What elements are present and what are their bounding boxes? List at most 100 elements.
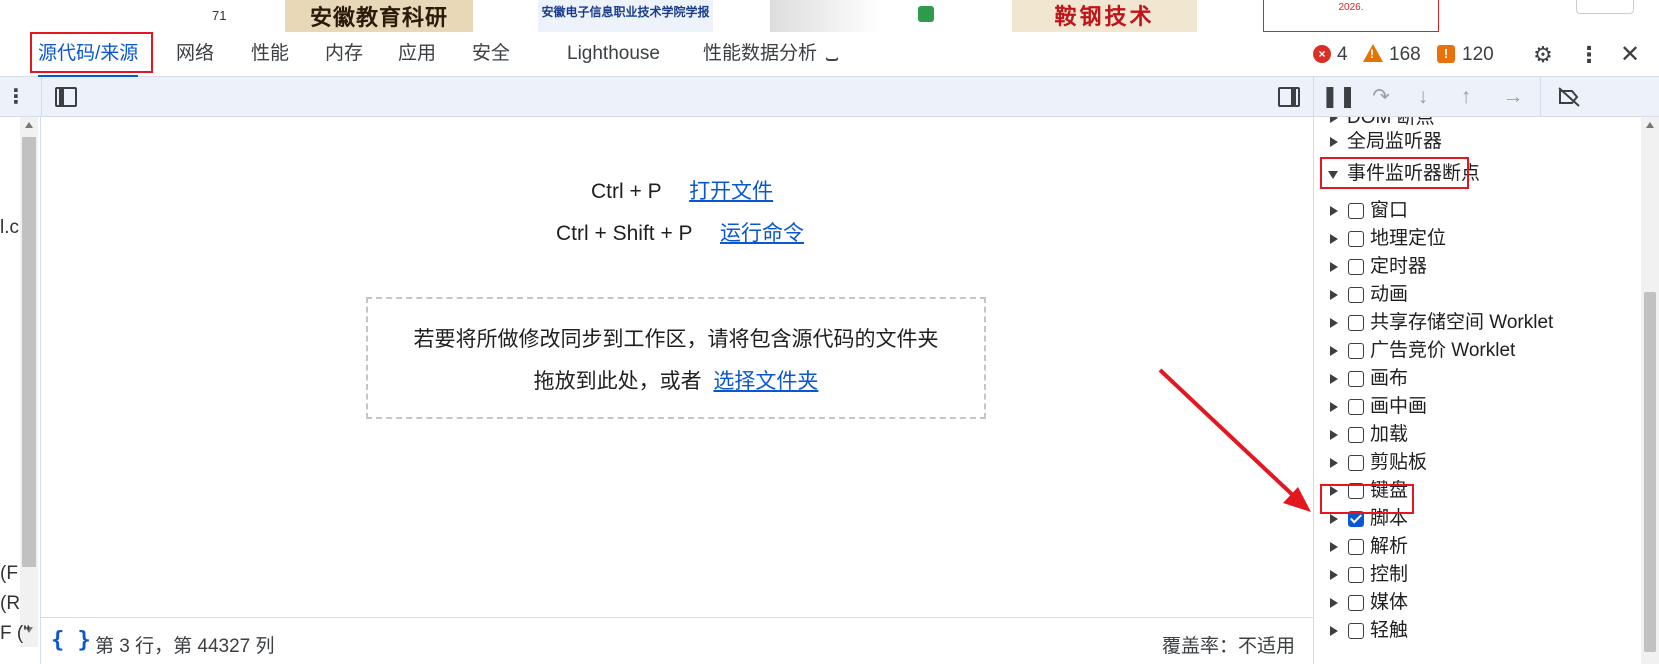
expand-triangle-icon[interactable]	[1330, 458, 1338, 468]
step-out-icon[interactable]: ↑	[1450, 77, 1482, 117]
event-category-row[interactable]: 画中画	[1314, 393, 1634, 421]
event-category-label: 共享存储空间 Worklet	[1370, 312, 1554, 333]
expand-triangle-icon[interactable]	[1330, 402, 1338, 412]
event-category-checkbox[interactable]	[1348, 231, 1364, 247]
expand-triangle-icon	[1330, 137, 1338, 147]
event-category-checkbox[interactable]	[1348, 455, 1364, 471]
event-category-row[interactable]: 键盘	[1314, 477, 1634, 505]
tab-application[interactable]: 应用	[398, 32, 436, 77]
tab-performance-insights[interactable]: 性能数据分析	[703, 32, 840, 77]
navigator-text-2: (F	[0, 563, 18, 584]
tab-network[interactable]: 网络	[176, 32, 214, 77]
expand-triangle-icon[interactable]	[1330, 234, 1338, 244]
event-listener-breakpoints-section[interactable]: 事件监听器断点	[1314, 160, 1634, 188]
pretty-print-icon[interactable]: { }	[51, 628, 91, 653]
event-category-checkbox[interactable]	[1348, 623, 1364, 639]
open-file-link[interactable]: 打开文件	[689, 180, 773, 203]
journal-cover-2[interactable]: 安徽电子信息职业技术学院学报	[538, 0, 713, 32]
left-scrollbar-thumb[interactable]	[22, 137, 36, 567]
event-category-label: 窗口	[1370, 200, 1409, 221]
settings-gear-icon[interactable]: ⚙	[1527, 32, 1559, 77]
tab-lighthouse[interactable]: Lighthouse	[567, 32, 660, 77]
event-category-label: 画中画	[1370, 396, 1428, 417]
journal-cover-1[interactable]: 安徽教育科研	[285, 0, 473, 32]
leaf-logo-icon	[918, 6, 934, 22]
global-listeners-section[interactable]: 全局监听器	[1314, 128, 1634, 156]
tab-security[interactable]: 安全	[472, 32, 510, 77]
event-category-row[interactable]: 动画	[1314, 281, 1634, 309]
tab-performance[interactable]: 性能	[251, 32, 289, 77]
coverage-status[interactable]: 覆盖率：不适用	[1162, 631, 1295, 658]
event-category-row[interactable]: 加载	[1314, 421, 1634, 449]
warning-count[interactable]: 168	[1389, 32, 1421, 77]
journal-cover-5[interactable]: 2026.	[1263, 0, 1439, 32]
scroll-up-icon[interactable]	[25, 122, 33, 128]
event-category-row[interactable]: 地理定位	[1314, 225, 1634, 253]
event-category-checkbox[interactable]	[1348, 343, 1364, 359]
expand-triangle-icon[interactable]	[1330, 626, 1338, 636]
right-scrollbar-thumb[interactable]	[1644, 292, 1656, 652]
pause-icon[interactable]: ❚❚	[1321, 77, 1356, 117]
close-devtools-icon[interactable]: ✕	[1614, 32, 1646, 77]
step-into-icon[interactable]: ↓	[1407, 77, 1439, 117]
expand-triangle-icon[interactable]	[1330, 598, 1338, 608]
error-count[interactable]: 4	[1337, 32, 1348, 77]
run-command-link[interactable]: 运行命令	[720, 222, 804, 245]
more-options-icon[interactable]: ⋮	[1573, 32, 1605, 77]
event-category-row[interactable]: 定时器	[1314, 253, 1634, 281]
expand-triangle-icon[interactable]	[1330, 374, 1338, 384]
event-category-checkbox[interactable]	[1348, 399, 1364, 415]
expand-triangle-icon[interactable]	[1330, 486, 1338, 496]
expand-triangle-icon[interactable]	[1330, 542, 1338, 552]
event-category-row[interactable]: 脚本	[1314, 505, 1634, 533]
expand-triangle-icon[interactable]	[1330, 346, 1338, 356]
select-folder-link[interactable]: 选择文件夹	[713, 370, 818, 393]
step-icon[interactable]: →	[1497, 77, 1529, 117]
journal-cover-4[interactable]: 鞍钢技术	[1012, 0, 1197, 32]
expand-triangle-icon[interactable]	[1330, 290, 1338, 300]
event-category-row[interactable]: 轻触	[1314, 617, 1634, 645]
more-tabs-icon[interactable]: ⋮	[6, 77, 26, 117]
event-category-row[interactable]: 控制	[1314, 561, 1634, 589]
expand-triangle-icon[interactable]	[1330, 318, 1338, 328]
step-over-icon[interactable]: ↷	[1365, 77, 1397, 117]
tab-memory[interactable]: 内存	[325, 32, 363, 77]
event-category-checkbox[interactable]	[1348, 287, 1364, 303]
expand-triangle-icon[interactable]	[1330, 430, 1338, 440]
event-category-row[interactable]: 画布	[1314, 365, 1634, 393]
event-category-checkbox[interactable]	[1348, 427, 1364, 443]
journal-cover-3[interactable]	[770, 0, 956, 32]
expand-triangle-icon[interactable]	[1330, 262, 1338, 272]
event-category-checkbox[interactable]	[1348, 259, 1364, 275]
show-navigator-icon[interactable]	[55, 87, 77, 107]
event-category-checkbox[interactable]	[1348, 371, 1364, 387]
open-file-shortcut: Ctrl + P 打开文件	[591, 175, 773, 205]
run-command-keys: Ctrl + Shift + P	[556, 222, 693, 245]
drop-zone-text-2: 拖放到此处，或者 选择文件夹	[368, 365, 984, 395]
expand-triangle-icon[interactable]	[1330, 514, 1338, 524]
event-category-row[interactable]: 解析	[1314, 533, 1634, 561]
event-category-row[interactable]: 广告竞价 Worklet	[1314, 337, 1634, 365]
event-category-checkbox[interactable]	[1348, 595, 1364, 611]
event-category-checkbox[interactable]	[1348, 511, 1364, 527]
event-category-row[interactable]: 剪贴板	[1314, 449, 1634, 477]
event-category-checkbox[interactable]	[1348, 539, 1364, 555]
right-scrollbar[interactable]	[1641, 117, 1659, 664]
event-category-checkbox[interactable]	[1348, 483, 1364, 499]
tab-sources[interactable]: 源代码/来源	[38, 32, 139, 77]
event-category-row[interactable]: 媒体	[1314, 589, 1634, 617]
expand-triangle-icon[interactable]	[1330, 206, 1338, 216]
event-category-checkbox[interactable]	[1348, 315, 1364, 331]
expand-triangle-icon[interactable]	[1330, 570, 1338, 580]
event-category-checkbox[interactable]	[1348, 203, 1364, 219]
issue-count[interactable]: 120	[1462, 32, 1494, 77]
event-category-checkbox[interactable]	[1348, 567, 1364, 583]
event-category-row[interactable]: 共享存储空间 Worklet	[1314, 309, 1634, 337]
right-scroll-up-icon[interactable]	[1646, 122, 1654, 128]
cursor-position: 第 3 行，第 44327 列	[95, 636, 275, 657]
page-button[interactable]	[1576, 0, 1634, 14]
deactivate-breakpoints-icon[interactable]	[1553, 77, 1585, 117]
workspace-drop-zone[interactable]: 若要将所做修改同步到工作区，请将包含源代码的文件夹 拖放到此处，或者 选择文件夹	[366, 297, 986, 419]
event-category-row[interactable]: 窗口	[1314, 197, 1634, 225]
show-debugger-icon[interactable]	[1278, 87, 1300, 107]
